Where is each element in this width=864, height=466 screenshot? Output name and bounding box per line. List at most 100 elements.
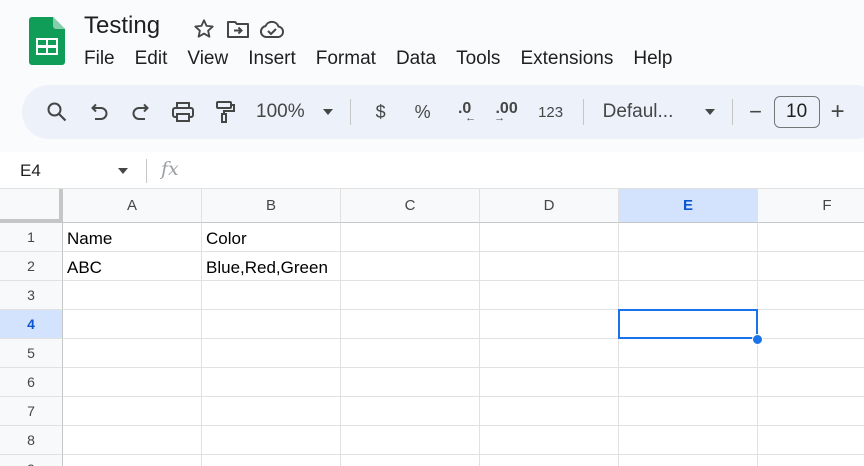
menu-extensions[interactable]: Extensions (510, 47, 623, 71)
cell-d2[interactable] (480, 252, 619, 281)
sheets-logo-icon[interactable] (29, 17, 65, 65)
cell-c8[interactable] (341, 426, 480, 455)
cell-f1[interactable] (758, 223, 864, 252)
row-header-4[interactable]: 4 (0, 310, 63, 339)
cell-e5[interactable] (619, 339, 758, 368)
spreadsheet-grid[interactable]: A B C D E F 1 2 3 4 5 6 7 8 9 NameABCCol… (0, 189, 864, 466)
font-size-input[interactable]: 10 (773, 96, 820, 128)
cell-e7[interactable] (619, 397, 758, 426)
cell-c7[interactable] (341, 397, 480, 426)
cell-f3[interactable] (758, 281, 864, 310)
menu-tools[interactable]: Tools (446, 47, 510, 71)
row-header-8[interactable]: 8 (0, 426, 63, 455)
cell-f7[interactable] (758, 397, 864, 426)
cell-c9[interactable] (341, 455, 480, 466)
row-header-1[interactable]: 1 (0, 223, 63, 252)
menu-edit[interactable]: Edit (125, 47, 178, 71)
cell-a1[interactable]: Name (63, 223, 202, 252)
cell-c1[interactable] (341, 223, 480, 252)
name-box[interactable]: E4 (20, 161, 41, 181)
cell-b1[interactable]: Color (202, 223, 341, 252)
fill-handle[interactable] (752, 334, 763, 345)
move-to-folder-icon[interactable] (224, 15, 252, 43)
select-all-corner[interactable] (0, 189, 63, 223)
row-header-9[interactable]: 9 (0, 455, 63, 466)
format-percent-button[interactable]: % (402, 94, 444, 130)
cell-a2[interactable]: ABC (63, 252, 202, 281)
column-header-a[interactable]: A (63, 189, 202, 223)
cell-b6[interactable] (202, 368, 341, 397)
cell-a5[interactable] (63, 339, 202, 368)
cell-a6[interactable] (63, 368, 202, 397)
cell-b9[interactable] (202, 455, 341, 466)
paint-format-button[interactable] (204, 94, 246, 130)
menu-format[interactable]: Format (306, 47, 386, 71)
cell-e8[interactable] (619, 426, 758, 455)
cell-e9[interactable] (619, 455, 758, 466)
row-header-3[interactable]: 3 (0, 281, 63, 310)
cell-a3[interactable] (63, 281, 202, 310)
row-header-5[interactable]: 5 (0, 339, 63, 368)
menu-data[interactable]: Data (386, 47, 446, 71)
cell-a9[interactable] (63, 455, 202, 466)
increase-decimal-button[interactable]: .00 → (486, 94, 528, 130)
cell-e6[interactable] (619, 368, 758, 397)
cell-e3[interactable] (619, 281, 758, 310)
cell-d4[interactable] (480, 310, 619, 339)
cell-d3[interactable] (480, 281, 619, 310)
row-header-6[interactable]: 6 (0, 368, 63, 397)
cell-c2[interactable] (341, 252, 480, 281)
column-header-b[interactable]: B (202, 189, 341, 223)
search-menus-button[interactable] (36, 94, 78, 130)
cell-b8[interactable] (202, 426, 341, 455)
star-icon[interactable] (190, 15, 218, 43)
document-title[interactable]: Testing (84, 12, 160, 40)
cell-f5[interactable] (758, 339, 864, 368)
menu-view[interactable]: View (177, 47, 238, 71)
column-header-f[interactable]: F (758, 189, 864, 223)
decrease-decimal-button[interactable]: .0 ← (444, 94, 486, 130)
font-family-select[interactable]: Defaul... (593, 94, 723, 130)
menu-file[interactable]: File (74, 47, 125, 71)
cell-d9[interactable] (480, 455, 619, 466)
menu-insert[interactable]: Insert (238, 47, 306, 71)
cell-c5[interactable] (341, 339, 480, 368)
row-header-2[interactable]: 2 (0, 252, 63, 281)
menu-help[interactable]: Help (623, 47, 682, 71)
cell-c4[interactable] (341, 310, 480, 339)
format-currency-button[interactable]: $ (360, 94, 402, 130)
cell-a4[interactable] (63, 310, 202, 339)
cell-c3[interactable] (341, 281, 480, 310)
decrease-font-size-button[interactable]: − (742, 94, 770, 130)
cell-a7[interactable] (63, 397, 202, 426)
cell-f4[interactable] (758, 310, 864, 339)
cell-d1[interactable] (480, 223, 619, 252)
cell-b3[interactable] (202, 281, 341, 310)
column-header-e[interactable]: E (619, 189, 758, 223)
column-header-d[interactable]: D (480, 189, 619, 223)
cell-e4[interactable] (619, 310, 758, 339)
column-header-c[interactable]: C (341, 189, 480, 223)
increase-font-size-button[interactable]: + (824, 94, 852, 130)
cell-b7[interactable] (202, 397, 341, 426)
cell-f9[interactable] (758, 455, 864, 466)
zoom-select[interactable]: 100% (246, 94, 341, 130)
redo-button[interactable] (120, 94, 162, 130)
cell-d7[interactable] (480, 397, 619, 426)
cell-b2[interactable]: Blue,Red,Green (202, 252, 341, 281)
cloud-saved-icon[interactable] (258, 15, 286, 43)
cell-d5[interactable] (480, 339, 619, 368)
row-header-7[interactable]: 7 (0, 397, 63, 426)
cell-d8[interactable] (480, 426, 619, 455)
cell-b5[interactable] (202, 339, 341, 368)
cell-d6[interactable] (480, 368, 619, 397)
print-button[interactable] (162, 94, 204, 130)
cell-e1[interactable] (619, 223, 758, 252)
cell-f2[interactable] (758, 252, 864, 281)
cell-b4[interactable] (202, 310, 341, 339)
chevron-down-icon[interactable] (118, 168, 128, 174)
cell-f6[interactable] (758, 368, 864, 397)
cell-e2[interactable] (619, 252, 758, 281)
cell-a8[interactable] (63, 426, 202, 455)
cell-f8[interactable] (758, 426, 864, 455)
